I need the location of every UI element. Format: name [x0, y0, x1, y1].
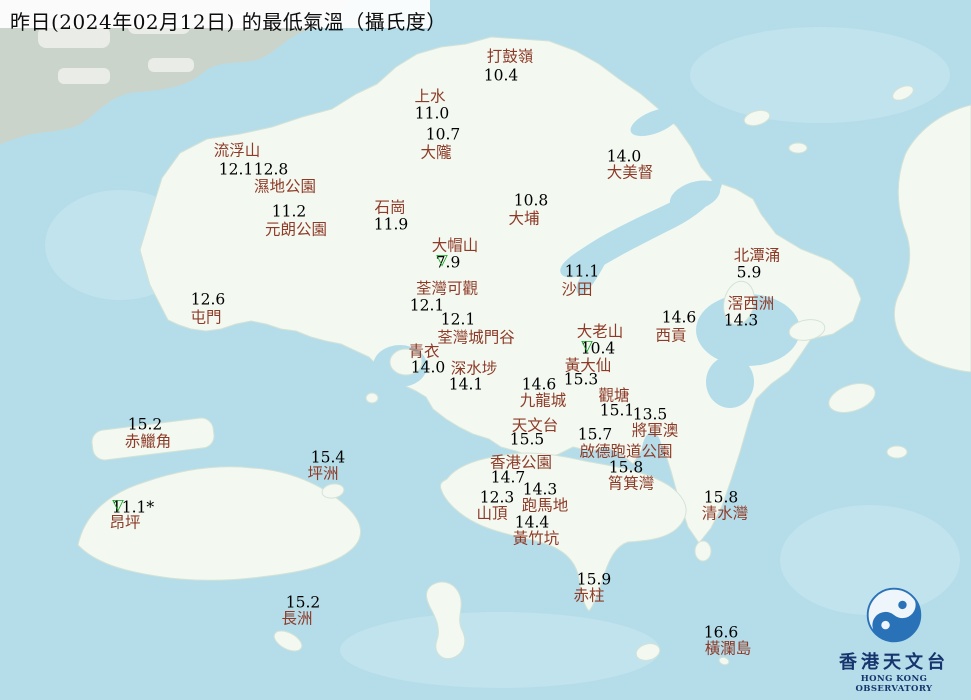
- station-name: 將軍澳: [631, 421, 679, 440]
- station-value: 15.2: [127, 415, 163, 434]
- station-name: 上水: [414, 87, 446, 106]
- station-name: 黃竹坑: [512, 529, 560, 548]
- station-value: 14.0: [410, 358, 446, 377]
- station-value: 12.3: [479, 488, 515, 507]
- station-value: 15.2: [285, 593, 321, 612]
- record-triangle-icon: ▽: [581, 336, 593, 355]
- station-name: 石崗: [374, 198, 406, 217]
- east-island-3: [886, 445, 908, 459]
- station-value: 12.1: [218, 160, 254, 179]
- station-value: 15.3: [563, 370, 599, 389]
- station-value: 15.1: [599, 401, 635, 420]
- station-name: 元朗公園: [264, 220, 328, 239]
- station-value: 11.1: [564, 262, 600, 281]
- station-name: 清水灣: [701, 504, 749, 523]
- station-value: 10.8: [513, 191, 549, 210]
- station-name: 昂坪: [109, 513, 141, 532]
- station-name: 沙田: [561, 280, 593, 299]
- station-value: 15.5: [509, 430, 545, 449]
- hko-logo-icon: [866, 587, 922, 643]
- station-name: 濕地公園: [253, 177, 317, 196]
- station-value: 15.8: [608, 458, 644, 477]
- station-value: 16.6: [703, 623, 739, 642]
- station-value: 14.4: [514, 513, 550, 532]
- station-name: 橫瀾島: [704, 639, 752, 658]
- hko-logo-chinese: 香港天文台: [839, 652, 949, 673]
- station-value: 15.4: [310, 448, 346, 467]
- station-value: 14.6: [661, 308, 697, 327]
- station-name: 西貢: [655, 326, 687, 345]
- station-value: 14.6: [521, 375, 557, 394]
- station-name: 跑馬地: [521, 496, 569, 515]
- ne-island-2: [788, 142, 808, 154]
- station-value: 14.3: [522, 480, 558, 499]
- ma-wan-island: [365, 392, 379, 404]
- station-name: 屯門: [190, 308, 222, 327]
- station-name: 大美督: [606, 163, 654, 182]
- station-name: 坪洲: [307, 464, 339, 483]
- record-triangle-icon: ▽: [436, 250, 448, 269]
- hko-logo: 香港天文台 HONG KONG OBSERVATORY: [821, 584, 967, 694]
- weather-map-page: 昨日(2024年02月12日) 的最低氣溫（攝氏度） 打鼓嶺 10.4 上水 11.0…: [0, 0, 971, 700]
- station-value: 15.7: [577, 425, 613, 444]
- station-value: 11.0: [414, 104, 450, 123]
- tung-lung-island: [694, 540, 712, 562]
- station-value: 12.8: [253, 160, 289, 179]
- station-value: 14.7: [490, 468, 526, 487]
- station-value: 11.2: [271, 202, 307, 221]
- station-value: 12.1: [409, 296, 445, 315]
- station-name: 荃灣城門谷: [437, 328, 515, 347]
- station-value: 12.6: [190, 290, 226, 309]
- map-title: 昨日(2024年02月12日) 的最低氣溫（攝氏度）: [10, 10, 447, 34]
- station-value: 13.5: [632, 405, 668, 424]
- station-name: 赤柱: [573, 586, 605, 605]
- station-name: 九龍城: [519, 391, 567, 410]
- station-value: 5.9: [736, 263, 762, 282]
- station-name: 山頂: [476, 504, 508, 523]
- station-value: 15.8: [703, 488, 739, 507]
- record-triangle-icon: ▽: [112, 495, 124, 514]
- station-value: 14.3: [723, 311, 759, 330]
- station-name: 北潭涌: [733, 246, 781, 265]
- station-value: 12.1: [440, 310, 476, 329]
- station-name: 流浮山: [213, 141, 261, 160]
- station-value: 10.4: [483, 66, 519, 85]
- station-value: 10.7: [425, 125, 461, 144]
- station-name: 赤鱲角: [124, 432, 172, 451]
- station-value: 14.1: [448, 375, 484, 394]
- station-name: 筲箕灣: [607, 474, 655, 493]
- station-name: 荃灣可觀: [415, 279, 479, 298]
- station-value: 14.0: [606, 147, 642, 166]
- station-value: 15.9: [576, 570, 612, 589]
- station-name: 滘西洲: [727, 294, 775, 313]
- station-name: 大埔: [508, 209, 540, 228]
- station-value: 11.9: [373, 215, 409, 234]
- station-name: 長洲: [281, 609, 313, 628]
- hko-logo-english: HONG KONG OBSERVATORY: [855, 674, 933, 694]
- station-name: 大隴: [420, 143, 452, 162]
- station-name: 打鼓嶺: [486, 47, 534, 66]
